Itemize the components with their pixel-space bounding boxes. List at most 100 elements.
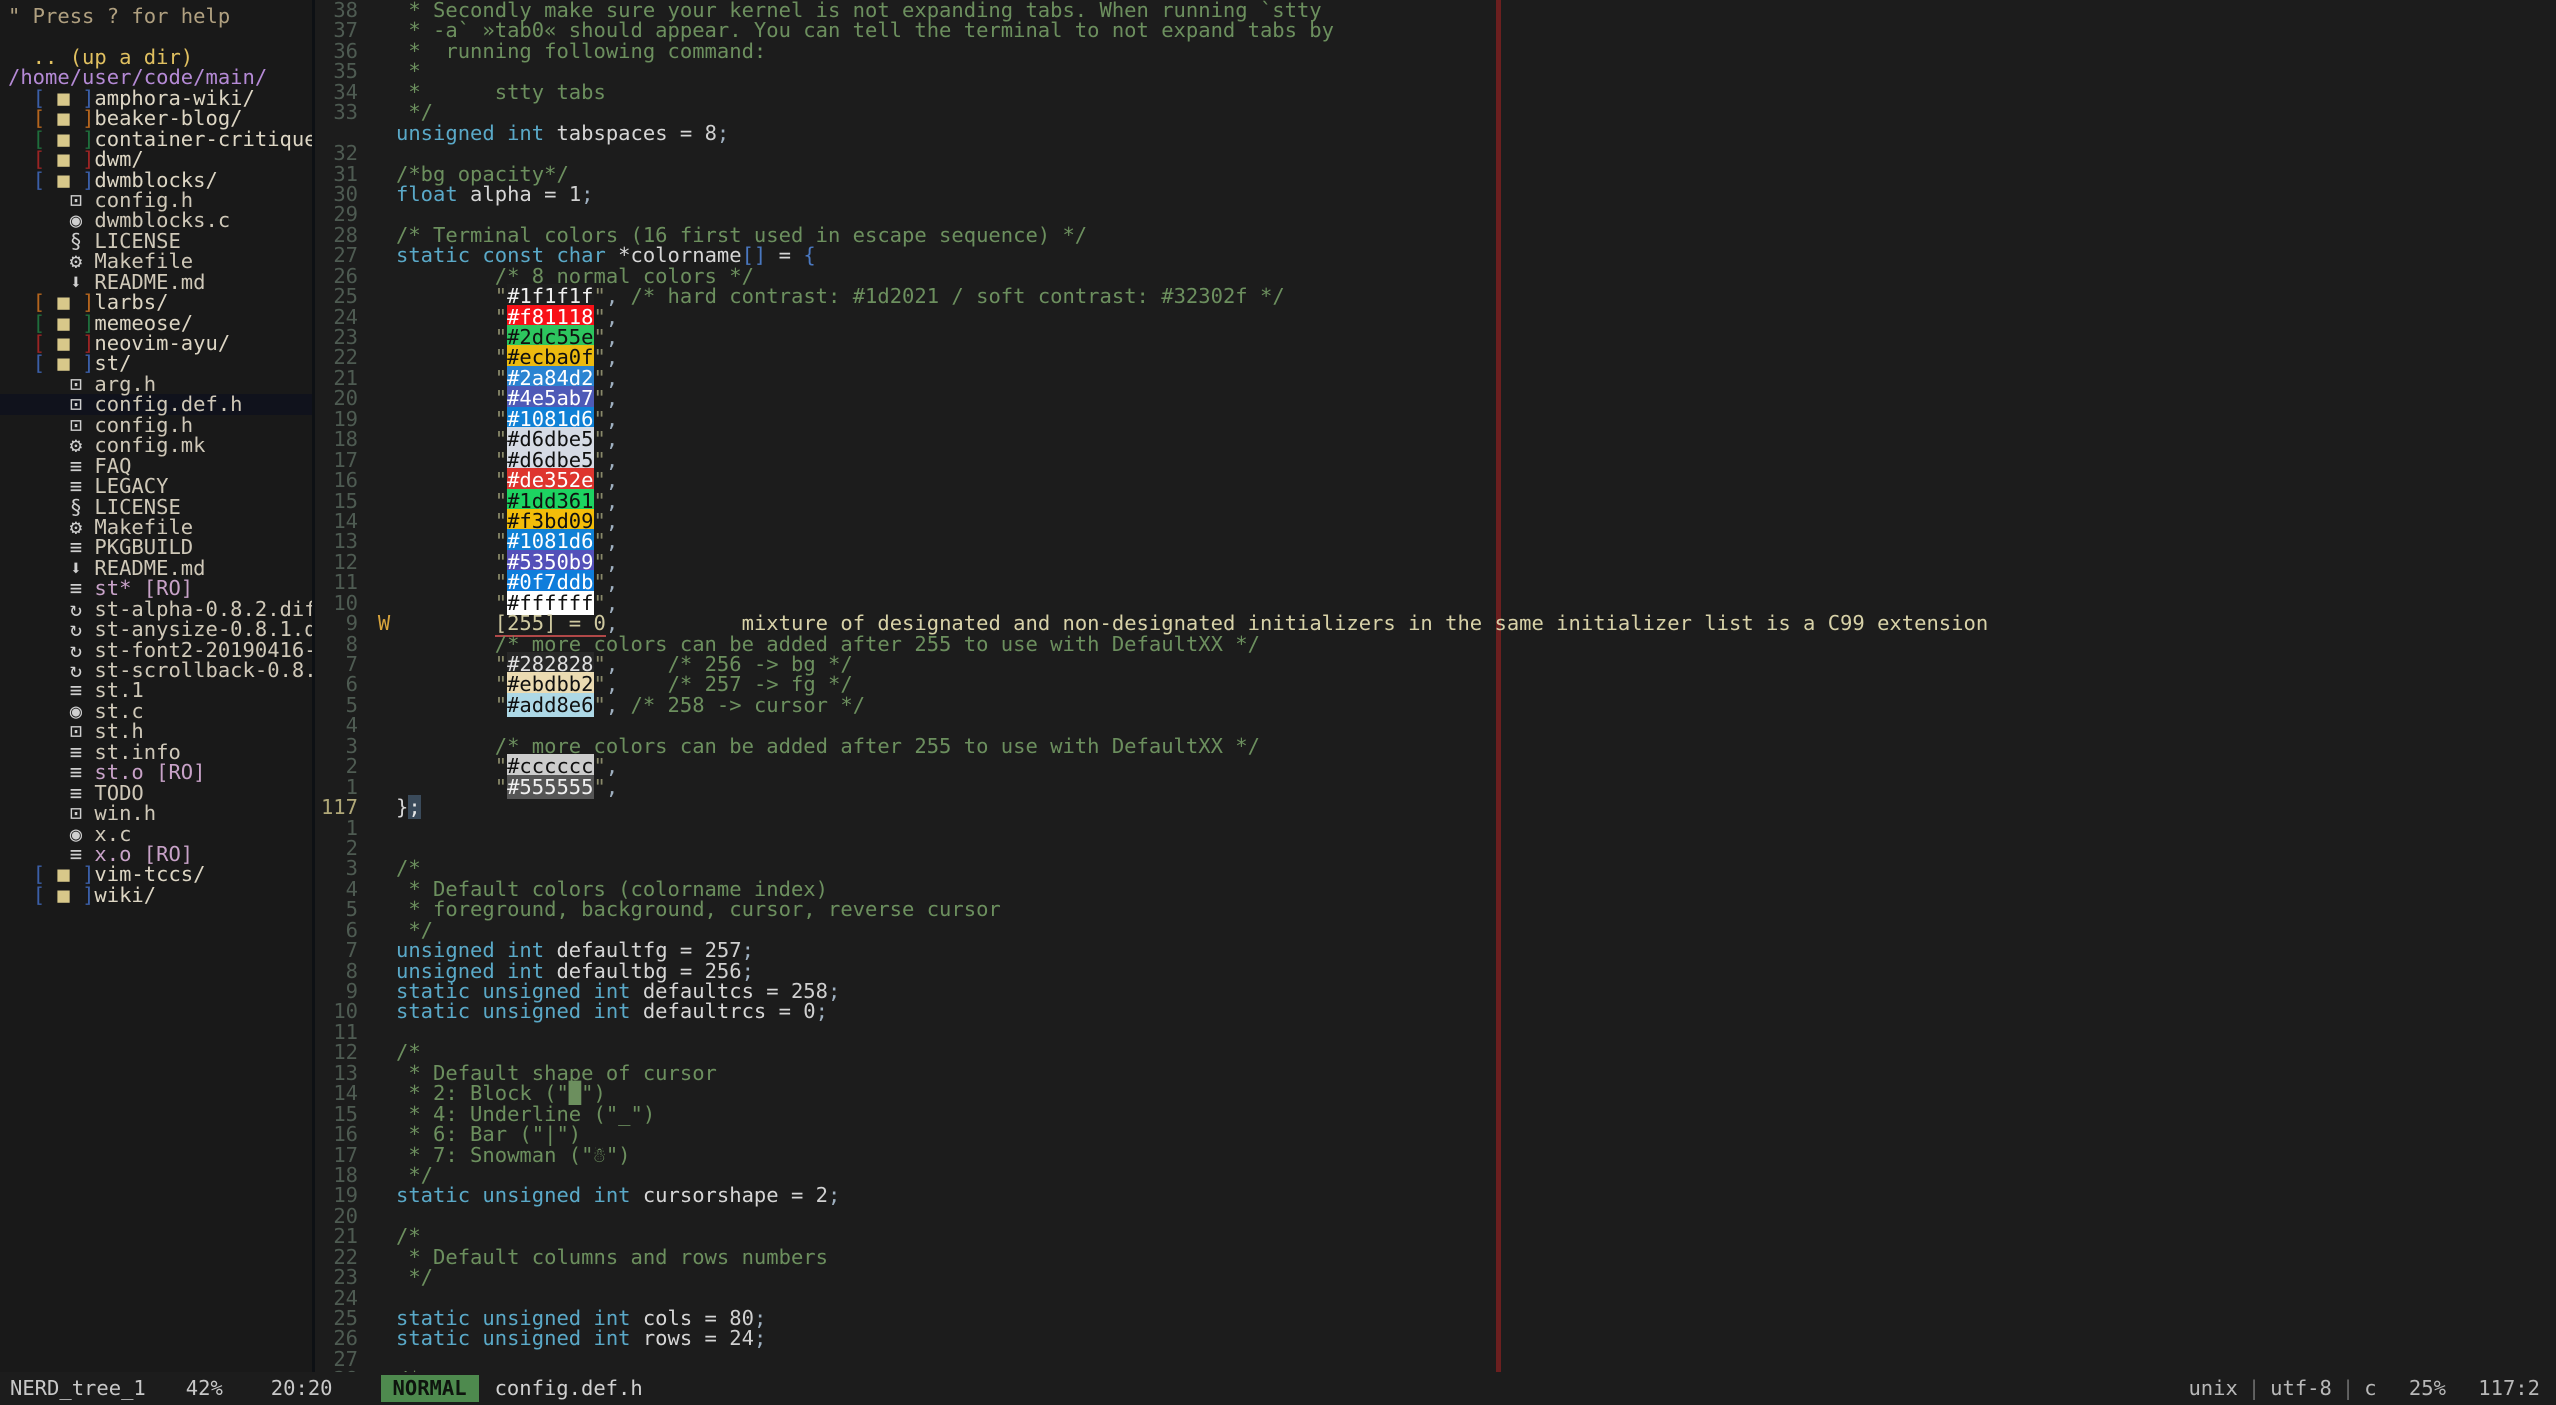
code-token: ; [827,979,841,1003]
tree-file-item[interactable]: ⚙ Makefile [0,517,312,538]
editor-line: 22 * Default columns and rows numbers [316,1244,2556,1269]
editor-line: 1 [316,815,2556,840]
tree-dir-item[interactable]: [ ■ ]dwmblocks/ [0,169,312,190]
nerdtree-up-a-dir[interactable]: .. (up a dir) [0,47,312,68]
tree-file-item[interactable]: ⬇ README.md [0,558,312,579]
line-number: 18 [333,427,358,452]
tree-file-item[interactable]: ⊡ arg.h [0,374,312,395]
tree-file-item[interactable]: § LICENSE [0,231,312,252]
line-code: */ [396,919,433,940]
line-number: 26 [333,1326,358,1351]
tree-file-item[interactable]: ⚙ config.mk [0,435,312,456]
tree-file-item[interactable]: ≡ FAQ [0,455,312,476]
editor-lines: 38 * Secondly make sure your kernel is n… [316,0,2556,1372]
line-number: 13 [333,1060,358,1085]
tree-file-item[interactable]: ⊡ config.h [0,190,312,211]
tree-file-item[interactable]: ⊡ config.def.h [0,394,312,415]
tree-file-item[interactable]: ≡ TODO [0,782,312,803]
status-cursor-position: 117:2 [2478,1376,2540,1401]
line-number: 14 [333,508,358,533]
tree-file-item[interactable]: ↻ st-font2-20190416-ba72 [0,639,312,660]
tree-file-item[interactable]: ≡ st* [RO] [0,578,312,599]
line-code: "#5350b9", [396,549,618,574]
code-token: 2 [815,1183,828,1208]
line-code: /* 8 normal colors */ [396,265,754,286]
tree-dir-item[interactable]: [ ■ ]amphora-wiki/ [0,88,312,109]
editor-line: 27 static const char *colorname[] = { [316,243,2556,268]
line-code: "#add8e6", /* 258 -> cursor */ [396,692,865,717]
editor-line: 27 [316,1346,2556,1371]
tree-dir-item[interactable]: [ ■ ]memeose/ [0,312,312,333]
editor-line: 29 [316,204,2556,225]
tree-file-item[interactable]: ⊡ config.h [0,415,312,436]
code-editor-pane[interactable]: 38 * Secondly make sure your kernel is n… [316,0,2556,1372]
tree-file-item[interactable]: ↻ st-alpha-0.8.2.diff [0,598,312,619]
nerdtree-cwd: /home/user/code/main/ [0,67,312,88]
nerdtree-sidebar[interactable]: " Press ? for help .. (up a dir)/home/us… [0,0,312,1372]
tree-file-item[interactable]: ↻ st-anysize-0.8.1.diff [0,619,312,640]
tree-file-item[interactable]: ◉ dwmblocks.c [0,210,312,231]
line-code: * 2: Block ("█") [396,1083,606,1104]
tree-file-item[interactable]: ◉ st.c [0,701,312,722]
tree-dir-label: wiki/ [94,882,157,907]
tree-file-item[interactable]: ⚙ Makefile [0,251,312,272]
line-number: 23 [333,325,358,349]
status-separator-3 [2377,1378,2409,1398]
code-token: static unsigned int [396,1183,631,1208]
editor-line: 24 [316,1287,2556,1308]
tree-file-item[interactable]: ⬇ README.md [0,271,312,292]
line-number: 17 [333,1142,358,1167]
tree-dir-item[interactable]: [ ■ ]dwm/ [0,149,312,170]
tree-dir-item[interactable]: [ ■ ]larbs/ [0,292,312,313]
tree-file-item[interactable]: ≡ LEGACY [0,476,312,497]
line-number: 22 [333,1244,358,1269]
tree-dir-item[interactable]: [ ■ ]vim-tccs/ [0,864,312,885]
tree-file-item[interactable]: ⊡ st.h [0,721,312,742]
editor-line: 7 unsigned int defaultfg = 257; [316,940,2556,961]
editor-line: 8 /* more colors can be added after 255 … [316,633,2556,654]
tree-file-item[interactable]: ≡ st.info [0,742,312,763]
line-code: /* more colors can be added after 255 to… [396,736,1260,757]
line-number: 3 [345,856,358,881]
line-number: 15 [333,1101,358,1126]
tree-dir-item[interactable]: [ ■ ]wiki/ [0,882,312,907]
line-number: 27 [333,1346,358,1371]
line-number: 25 [333,284,358,309]
line-code: "#f3bd09", [396,508,618,533]
tree-file-item[interactable]: § LICENSE [0,496,312,517]
tree-dir-item[interactable]: [ ■ ]beaker-blog/ [0,108,312,129]
line-number: 2 [345,835,358,860]
line-number: 117 [320,795,358,820]
code-token: unsigned int [396,120,545,145]
tree-dir-item[interactable]: [ ■ ]container-critique/ [0,128,312,149]
tree-file-item[interactable]: ↻ st-scrollback-0.8.2.di [0,660,312,681]
editor-line: 33 */ [316,102,2556,123]
code-token: */ [396,1265,434,1290]
editor-line: 6 */ [316,919,2556,940]
tree-file-item[interactable]: ⊡ win.h [0,803,312,824]
line-code: "#ebdbb2", /* 257 -> fg */ [396,672,853,697]
tree-dir-item[interactable]: [ ■ ]st/ [0,353,312,374]
line-code: * 7: Snowman ("☃") [396,1144,630,1165]
tree-space [70,883,82,907]
tree-file-item[interactable]: ≡ st.o [RO] [0,762,312,783]
line-number: 35 [333,59,358,84]
line-number: 27 [333,243,358,268]
pane-divider [312,0,315,1372]
line-code: * Default colors (colorname index) [396,879,828,900]
line-number: 4 [345,876,358,901]
tree-file-item[interactable]: ◉ x.c [0,823,312,844]
code-token: , [605,774,619,799]
editor-line: 12 /* [316,1042,2556,1063]
tree-file-item[interactable]: ≡ x.o [RO] [0,844,312,865]
line-number: 1 [345,815,358,840]
line-number: 15 [333,488,358,513]
tree-file-item[interactable]: ≡ PKGBUILD [0,537,312,558]
line-number: 36 [333,38,358,63]
tree-file-item[interactable]: ≡ st.1 [0,680,312,701]
line-number: 10 [333,999,358,1024]
status-separator-4 [2446,1378,2478,1398]
line-number: 20 [333,386,358,411]
line-code: "#de352e", [396,468,618,493]
tree-dir-item[interactable]: [ ■ ]neovim-ayu/ [0,333,312,354]
